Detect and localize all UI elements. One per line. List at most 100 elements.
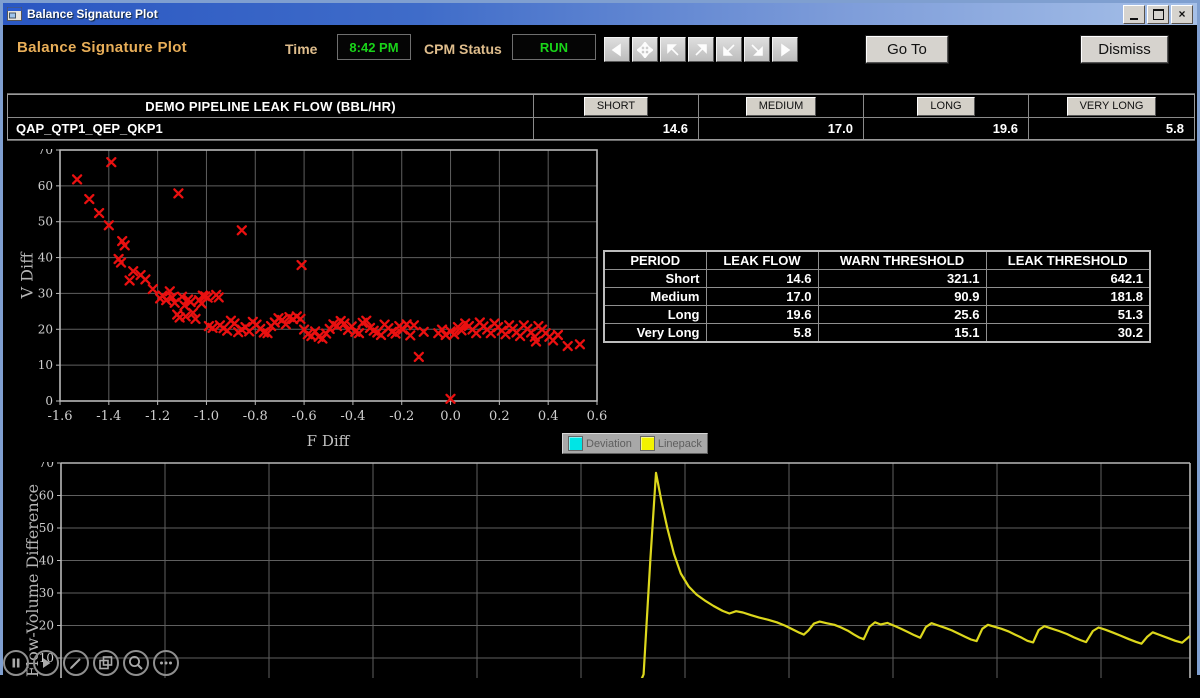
play-icon <box>37 654 55 672</box>
svg-text:0: 0 <box>45 394 53 408</box>
period-table-header: WARN THRESHOLD <box>818 251 986 270</box>
maximize-button[interactable] <box>1147 5 1169 24</box>
table-cell: 321.1 <box>818 270 986 288</box>
table-cell: 14.6 <box>706 270 818 288</box>
svg-text:40: 40 <box>39 554 54 568</box>
app-icon <box>7 7 22 21</box>
pan-up-right-icon <box>693 42 709 58</box>
svg-text:50: 50 <box>39 521 54 535</box>
table-cell: 5.8 <box>706 324 818 343</box>
svg-text:10: 10 <box>38 358 53 372</box>
play-button[interactable] <box>33 650 59 676</box>
close-button[interactable]: × <box>1171 5 1193 24</box>
period-table-header: PERIOD <box>604 251 706 270</box>
pan-left-button[interactable] <box>604 37 630 62</box>
table-cell: Short <box>604 270 706 288</box>
svg-text:40: 40 <box>38 251 53 265</box>
pan-down-left-button[interactable] <box>716 37 742 62</box>
pipeline-row-label: QAP_QTP1_QEP_QKP1 <box>8 118 534 139</box>
svg-text:-1.2: -1.2 <box>145 409 170 424</box>
pan-controls <box>604 37 798 62</box>
legend-label-deviation: Deviation <box>586 438 632 450</box>
table-cell: 25.6 <box>818 306 986 324</box>
period-button-medium[interactable]: MEDIUM <box>746 97 817 116</box>
pan-down-right-icon <box>749 42 765 58</box>
svg-text:-0.4: -0.4 <box>340 409 365 424</box>
chart-legend: Deviation Linepack <box>562 433 708 454</box>
copy-icon <box>97 654 115 672</box>
svg-text:70: 70 <box>38 149 53 157</box>
svg-text:0.0: 0.0 <box>440 409 461 424</box>
svg-text:-1.4: -1.4 <box>96 409 121 424</box>
svg-text:20: 20 <box>38 322 53 336</box>
pause-button[interactable] <box>3 650 29 676</box>
svg-text:0.4: 0.4 <box>538 409 559 424</box>
svg-text:60: 60 <box>39 489 54 503</box>
draw-button[interactable] <box>63 650 89 676</box>
svg-text:30: 30 <box>38 286 53 300</box>
maximize-icon <box>1153 9 1164 20</box>
table-cell: 17.0 <box>706 288 818 306</box>
table-cell: Medium <box>604 288 706 306</box>
cpm-status-value: RUN <box>512 34 596 60</box>
minimize-icon <box>1130 18 1138 20</box>
legend-item-deviation[interactable]: Deviation <box>565 436 635 451</box>
pan-down-right-button[interactable] <box>744 37 770 62</box>
pan-move-button[interactable] <box>632 37 658 62</box>
dismiss-button[interactable]: Dismiss <box>1081 36 1168 63</box>
table-row: Medium17.090.9181.8 <box>604 288 1150 306</box>
table-cell: 30.2 <box>986 324 1150 343</box>
table-cell: 90.9 <box>818 288 986 306</box>
goto-button[interactable]: Go To <box>866 36 948 63</box>
period-table-body: Short14.6321.1642.1Medium17.090.9181.8Lo… <box>604 270 1150 343</box>
page-title: Balance Signature Plot <box>17 39 187 56</box>
pan-right-button[interactable] <box>772 37 798 62</box>
copy-button[interactable] <box>93 650 119 676</box>
period-button-very-long[interactable]: VERY LONG <box>1067 97 1157 116</box>
close-icon: × <box>1178 8 1185 20</box>
time-value-box: 8:42 PM <box>337 34 411 60</box>
pan-up-left-button[interactable] <box>660 37 686 62</box>
pan-move-icon <box>637 42 653 58</box>
svg-text:50: 50 <box>38 215 53 229</box>
window-title: Balance Signature Plot <box>27 7 158 21</box>
table-cell: Very Long <box>604 324 706 343</box>
svg-text:70: 70 <box>39 462 54 470</box>
linepack-series-line <box>61 473 1190 678</box>
pause-icon <box>7 654 25 672</box>
zoom-icon <box>127 654 145 672</box>
legend-item-linepack[interactable]: Linepack <box>637 436 705 451</box>
leak-flow-long-value: 19.6 <box>864 118 1029 139</box>
svg-text:-0.2: -0.2 <box>389 409 414 424</box>
svg-text:0.6: 0.6 <box>587 409 608 424</box>
draw-icon <box>67 654 85 672</box>
minimize-button[interactable] <box>1123 5 1145 24</box>
table-cell: 181.8 <box>986 288 1150 306</box>
more-button[interactable] <box>153 650 179 676</box>
table-row: Short14.6321.1642.1 <box>604 270 1150 288</box>
table-row: Long19.625.651.3 <box>604 306 1150 324</box>
table-cell: 642.1 <box>986 270 1150 288</box>
pan-down-left-icon <box>721 42 737 58</box>
scatter-points <box>73 158 584 403</box>
period-table-header: LEAK THRESHOLD <box>986 251 1150 270</box>
pan-left-icon <box>609 42 625 58</box>
pan-up-left-icon <box>665 42 681 58</box>
table-cell: Long <box>604 306 706 324</box>
leak-flow-medium-value: 17.0 <box>699 118 864 139</box>
table-row: Very Long5.815.130.2 <box>604 324 1150 343</box>
header-bar: Balance Signature Plot Time 8:42 PM CPM … <box>3 25 1197 89</box>
zoom-button[interactable] <box>123 650 149 676</box>
flow-volume-trend-chart: 10203040506070 <box>3 462 1200 678</box>
leak-flow-table: DEMO PIPELINE LEAK FLOW (BBL/HR) SHORT M… <box>7 94 1195 140</box>
period-button-long[interactable]: LONG <box>917 97 974 116</box>
leak-table-title: DEMO PIPELINE LEAK FLOW (BBL/HR) <box>8 95 534 118</box>
pan-right-icon <box>777 42 793 58</box>
period-table-header-row: PERIODLEAK FLOWWARN THRESHOLDLEAK THRESH… <box>604 251 1150 270</box>
deviation-swatch-icon <box>568 436 583 451</box>
app-window: Balance Signature Plot × Balance Signatu… <box>0 0 1200 675</box>
pan-up-right-button[interactable] <box>688 37 714 62</box>
title-bar[interactable]: Balance Signature Plot × <box>3 3 1197 25</box>
scatter-x-axis-label: F Diff <box>258 432 398 450</box>
period-button-short[interactable]: SHORT <box>584 97 648 116</box>
